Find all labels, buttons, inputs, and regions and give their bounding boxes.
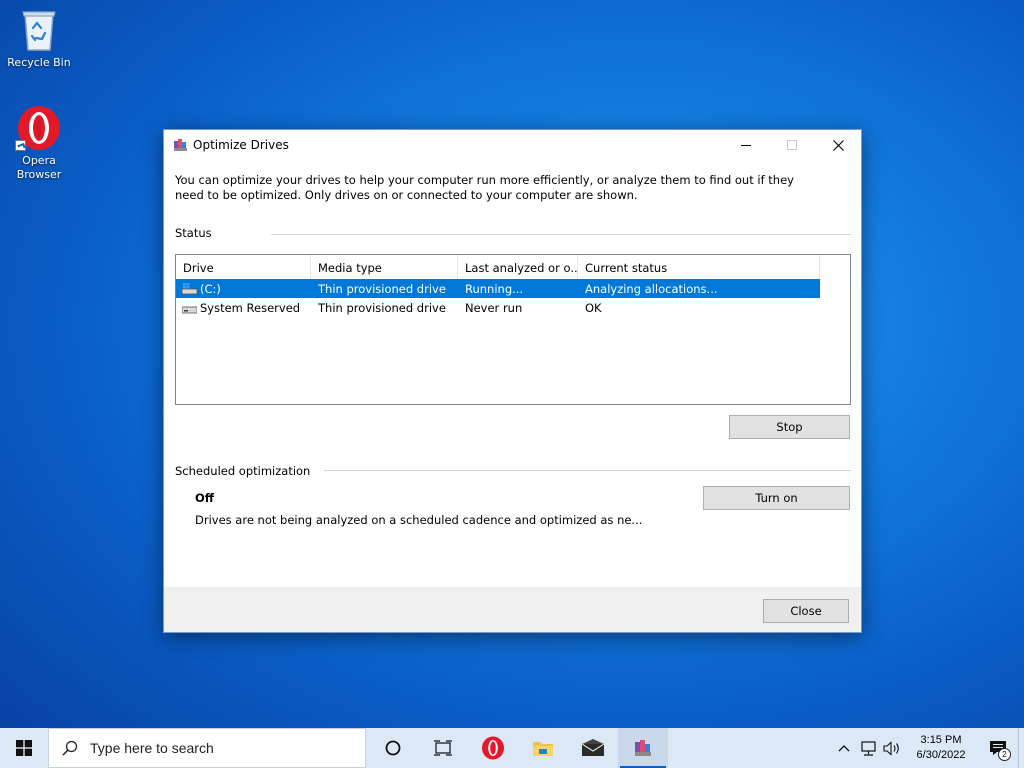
status-divider xyxy=(271,234,851,235)
taskbar: Type here to search 3:15 PM 6/30/2022 2 xyxy=(0,728,1024,768)
clock-time: 3:15 PM xyxy=(920,734,962,746)
drives-list[interactable]: Drive Media type Last analyzed or o... C… xyxy=(175,254,851,405)
schedule-description: Drives are not being analyzed on a sched… xyxy=(195,513,643,527)
task-view-button[interactable] xyxy=(418,728,468,768)
system-tray: 3:15 PM 6/30/2022 2 xyxy=(832,728,1024,768)
column-media-type[interactable]: Media type xyxy=(311,255,458,279)
turn-on-button[interactable]: Turn on xyxy=(703,486,850,510)
close-icon xyxy=(832,139,844,151)
taskbar-file-explorer[interactable] xyxy=(518,728,568,768)
drive-icon xyxy=(182,306,197,313)
title-bar[interactable]: Optimize Drives xyxy=(164,130,861,160)
scheduled-heading: Scheduled optimization xyxy=(175,464,311,478)
search-placeholder: Type here to search xyxy=(90,740,214,756)
last-analyzed-cell: Running... xyxy=(465,281,524,296)
minimize-button[interactable] xyxy=(723,130,769,160)
taskbar-optimize-drives[interactable] xyxy=(618,728,668,768)
drive-cell: System Reserved xyxy=(176,301,311,315)
network-icon xyxy=(860,740,876,756)
start-button[interactable] xyxy=(0,728,48,768)
show-hidden-icons-button[interactable] xyxy=(832,728,856,768)
window-footer xyxy=(164,587,861,632)
search-icon xyxy=(62,740,78,756)
drive-cell: (C:) xyxy=(176,282,311,296)
cortana-circle-icon xyxy=(385,740,401,756)
table-row[interactable]: (C:) Thin provisioned drive Running... A… xyxy=(176,279,820,298)
desktop-icon-recycle-bin[interactable]: Recycle Bin xyxy=(1,6,77,70)
intro-text: You can optimize your drives to help you… xyxy=(175,173,794,202)
clock[interactable]: 3:15 PM 6/30/2022 xyxy=(904,733,978,763)
taskbar-opera[interactable] xyxy=(468,728,518,768)
stop-button[interactable]: Stop xyxy=(729,415,850,439)
minimize-icon xyxy=(741,144,751,146)
column-drive[interactable]: Drive xyxy=(176,255,311,279)
status-cell: OK xyxy=(585,300,602,315)
column-current-status[interactable]: Current status xyxy=(578,255,820,279)
column-last-analyzed[interactable]: Last analyzed or o... xyxy=(458,255,578,279)
folder-icon xyxy=(533,742,553,756)
maximize-button xyxy=(769,130,815,160)
task-view-cortana-button[interactable] xyxy=(368,728,418,768)
clock-date: 6/30/2022 xyxy=(916,749,966,761)
drive-name: System Reserved xyxy=(200,300,301,315)
show-desktop-button[interactable] xyxy=(1018,728,1024,768)
defrag-app-icon xyxy=(174,139,187,151)
shortcut-arrow-icon xyxy=(15,140,26,151)
media-type-cell: Thin provisioned drive xyxy=(318,281,446,296)
notification-badge: 2 xyxy=(998,748,1011,761)
close-window-button[interactable] xyxy=(815,130,861,160)
scheduled-divider xyxy=(324,470,851,471)
schedule-state: Off xyxy=(195,491,215,505)
table-row[interactable]: System Reserved Thin provisioned drive N… xyxy=(176,298,850,317)
status-heading: Status xyxy=(175,226,212,240)
media-type-cell: Thin provisioned drive xyxy=(318,300,446,315)
opera-label: Opera Browser xyxy=(16,154,62,181)
mail-icon xyxy=(581,739,605,756)
maximize-icon xyxy=(787,140,797,150)
speaker-icon xyxy=(883,740,899,756)
close-button[interactable]: Close xyxy=(763,599,849,623)
status-cell: Analyzing allocations... xyxy=(585,281,718,296)
last-analyzed-cell: Never run xyxy=(465,300,523,315)
taskbar-mail[interactable] xyxy=(568,728,618,768)
opera-icon xyxy=(482,736,504,760)
action-center-button[interactable]: 2 xyxy=(978,728,1018,768)
desktop-icon-opera[interactable]: Opera Browser xyxy=(1,104,77,182)
recycle-bin-label: Recycle Bin xyxy=(7,56,71,69)
taskbar-search[interactable]: Type here to search xyxy=(48,728,366,768)
recycle-bin-icon xyxy=(22,11,56,51)
chevron-up-icon xyxy=(838,745,850,752)
volume-button[interactable] xyxy=(880,728,904,768)
task-view-icon xyxy=(434,740,452,756)
windows-logo-icon xyxy=(16,740,32,756)
drives-list-header: Drive Media type Last analyzed or o... C… xyxy=(176,255,850,279)
defrag-app-icon xyxy=(635,740,651,756)
drive-name: (C:) xyxy=(200,281,221,296)
network-button[interactable] xyxy=(856,728,880,768)
window-title: Optimize Drives xyxy=(193,138,289,152)
windows-drive-icon xyxy=(182,282,197,294)
